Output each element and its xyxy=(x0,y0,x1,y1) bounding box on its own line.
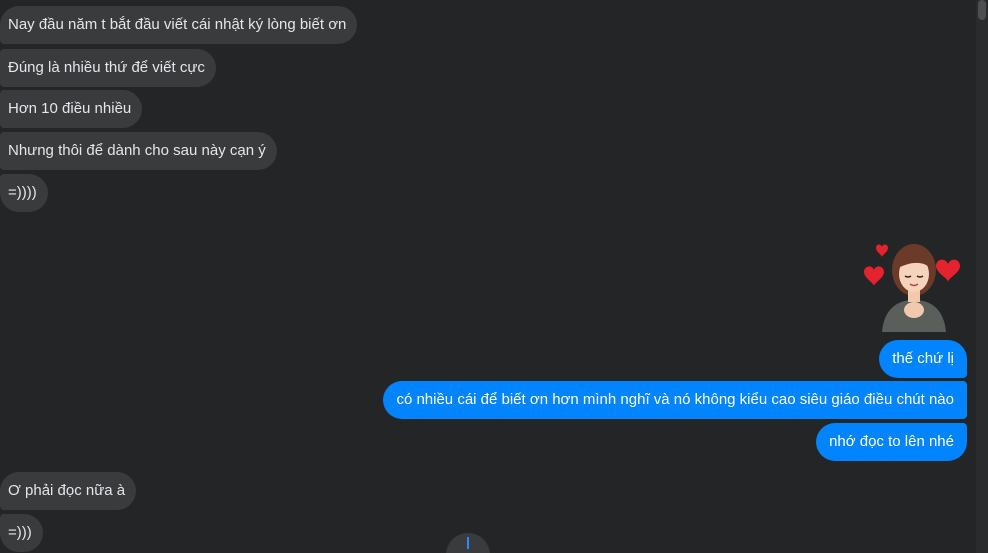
girl-with-hearts-sticker[interactable] xyxy=(862,238,966,332)
sticker-image xyxy=(864,244,960,332)
chat-conversation: Nay đầu năm t bắt đầu viết cái nhật ký l… xyxy=(0,0,988,553)
incoming-message[interactable]: =))) xyxy=(0,514,43,552)
incoming-message[interactable]: Ơ phải đọc nữa à xyxy=(0,472,137,510)
outgoing-message[interactable]: có nhiều cái để biết ơn hơn mình nghĩ và… xyxy=(383,381,967,419)
incoming-message[interactable]: Hơn 10 điều nhiều xyxy=(0,90,143,128)
incoming-message[interactable]: =)))) xyxy=(0,174,48,212)
outgoing-message[interactable]: nhớ đọc to lên nhé xyxy=(816,423,967,461)
outgoing-message[interactable]: thế chứ lị xyxy=(879,340,967,378)
arrow-down-icon xyxy=(467,537,469,549)
scrollbar-thumb[interactable] xyxy=(978,0,986,20)
incoming-message[interactable]: Nhưng thôi để dành cho sau này cạn ý xyxy=(0,132,277,170)
scroll-to-bottom-button[interactable] xyxy=(446,533,490,553)
scrollbar[interactable] xyxy=(976,0,988,553)
incoming-message[interactable]: Đúng là nhiều thứ để viết cực xyxy=(0,49,216,87)
incoming-message[interactable]: Nay đầu năm t bắt đầu viết cái nhật ký l… xyxy=(0,6,358,44)
